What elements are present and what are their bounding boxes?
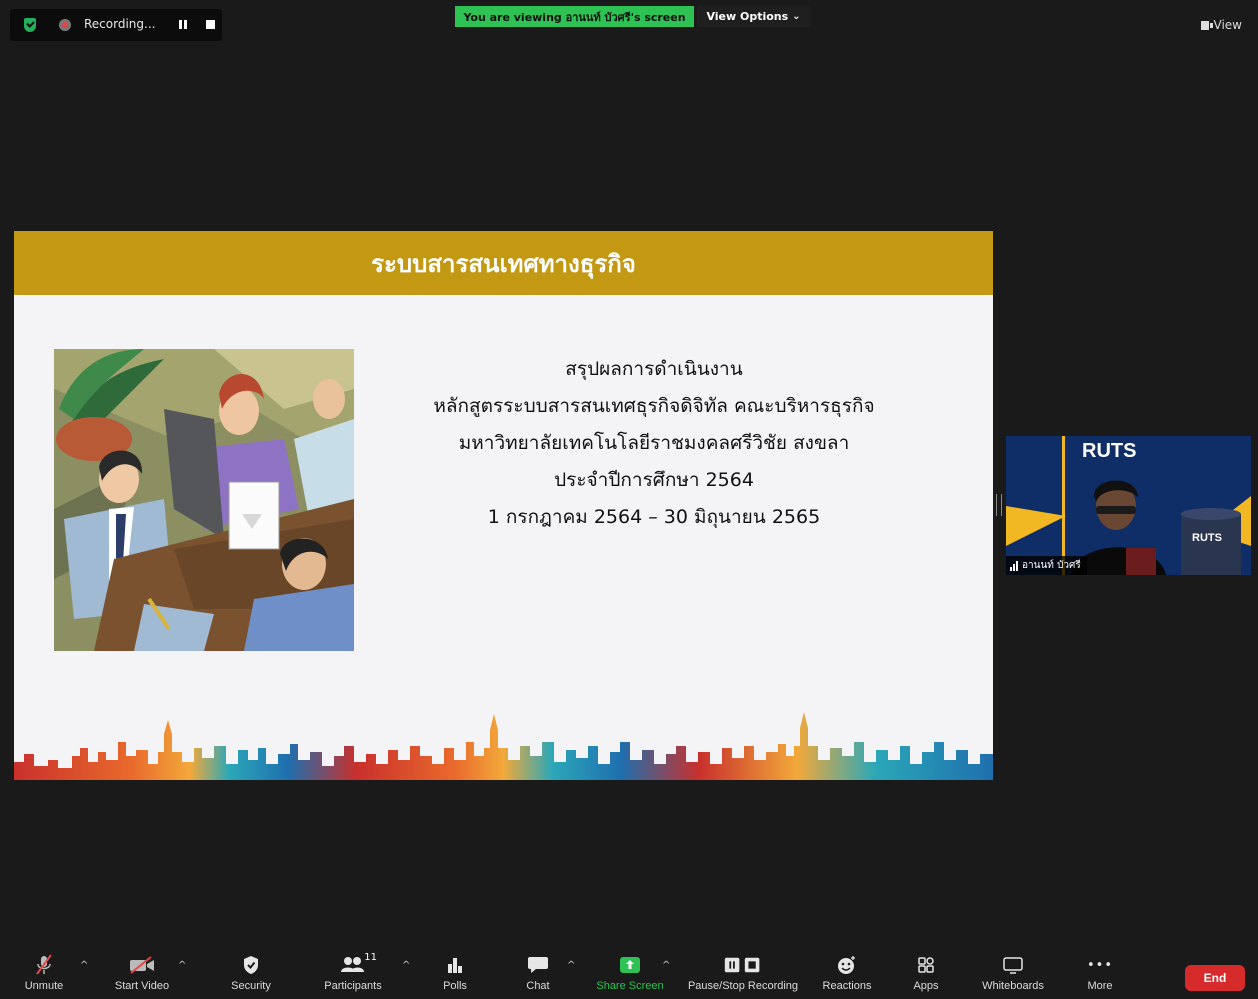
stop-icon[interactable] (206, 20, 215, 29)
slide-line: มหาวิทยาลัยเทคโนโลยีราชมงคลศรีวิชัย สงขล… (458, 432, 850, 454)
unmute-button[interactable]: Unmute (0, 950, 92, 999)
video-off-icon (122, 950, 162, 980)
pause-stop-recording-label: Pause/Stop Recording (687, 980, 799, 992)
meeting-toolbar: Unmute ^ Start Video ^ Security 11 Parti… (0, 950, 1258, 999)
view-label: View (1213, 18, 1242, 32)
polls-button[interactable]: Polls (407, 950, 503, 999)
muted-mic-icon (24, 950, 64, 980)
whiteboard-icon (993, 950, 1033, 980)
polls-label: Polls (443, 980, 467, 992)
security-button[interactable]: Security (203, 950, 299, 999)
whiteboards-button[interactable]: Whiteboards (965, 950, 1061, 999)
polls-icon (435, 950, 475, 980)
reactions-label: Reactions (822, 980, 872, 992)
pause-stop-icon (723, 950, 763, 980)
more-dots-icon: ••• (1086, 957, 1113, 973)
share-screen-label: Share Screen (596, 980, 664, 992)
whiteboards-label: Whiteboards (982, 980, 1044, 992)
slide-line: สรุปผลการดำเนินงาน (565, 358, 743, 380)
share-screen-button[interactable]: Share Screen (582, 950, 678, 999)
pause-icon[interactable] (179, 20, 187, 29)
view-options-label: View Options (706, 10, 789, 23)
participants-label: Participants (324, 980, 382, 992)
apps-icon (906, 950, 946, 980)
chevron-down-icon: ⌄ (792, 11, 801, 22)
view-icon (1200, 20, 1213, 30)
more-button[interactable]: ••• More (1052, 950, 1148, 999)
share-arrow-icon (610, 950, 650, 980)
video-backdrop-text: RUTS (1082, 440, 1137, 462)
meeting-illustration (54, 349, 354, 651)
slide-line: 1 กรกฎาคม 2564 – 30 มิถุนายน 2565 (487, 506, 821, 528)
participants-count: 11 (364, 952, 377, 963)
view-options-button[interactable]: View Options ⌄ (697, 6, 810, 27)
participants-button[interactable]: 11 Participants (305, 950, 401, 999)
viewing-banner: You are viewing อานนท์ บัวศรี's screen (455, 6, 694, 27)
audio-options-caret[interactable]: ^ (80, 960, 88, 971)
more-label: More (1087, 980, 1113, 992)
participant-name: อานนท์ บัวศรี (1022, 560, 1081, 571)
unmute-label: Unmute (24, 980, 64, 992)
chat-options-caret[interactable]: ^ (567, 960, 575, 971)
recording-label: Recording... (84, 17, 156, 31)
recording-bar: Recording... (10, 9, 222, 41)
slide-title: ระบบสารสนเทศทางธุรกิจ (14, 231, 993, 295)
participant-video[interactable]: RUTS RUTS (1006, 436, 1251, 575)
video-options-caret[interactable]: ^ (178, 960, 186, 971)
chat-button[interactable]: Chat (490, 950, 586, 999)
resize-handle[interactable] (996, 494, 1002, 516)
security-label: Security (231, 980, 271, 992)
view-button[interactable]: View (1200, 18, 1242, 32)
video-backdrop-text-small: RUTS (1192, 532, 1222, 544)
apps-label: Apps (913, 980, 939, 992)
apps-button[interactable]: Apps (878, 950, 974, 999)
people-icon: 11 (333, 950, 377, 980)
skyline-decoration (14, 712, 993, 780)
shield-icon[interactable] (24, 18, 36, 32)
reaction-smile-icon (827, 950, 867, 980)
share-options-caret[interactable]: ^ (662, 960, 670, 971)
start-video-label: Start Video (114, 980, 170, 992)
slide-line: ประจำปีการศึกษา 2564 (554, 469, 754, 491)
participant-name-tag: อานนท์ บัวศรี (1006, 556, 1087, 575)
start-video-button[interactable]: Start Video (94, 950, 190, 999)
signal-bars-icon (1010, 560, 1018, 571)
record-dot-icon (59, 19, 71, 31)
shared-screen-slide: ระบบสารสนเทศทางธุรกิจ สรุปผลการดำเนินงาน… (14, 231, 993, 780)
chat-icon (518, 950, 558, 980)
slide-line: หลักสูตรระบบสารสนเทศธุรกิจดิจิทัล คณะบริ… (433, 395, 875, 417)
end-button[interactable]: End (1185, 965, 1245, 991)
slide-body: สรุปผลการดำเนินงาน หลักสูตรระบบสารสนเทศธ… (384, 351, 924, 536)
chat-label: Chat (526, 980, 550, 992)
pause-stop-recording-button[interactable]: Pause/Stop Recording (678, 950, 808, 999)
shield-outline-icon (231, 950, 271, 980)
